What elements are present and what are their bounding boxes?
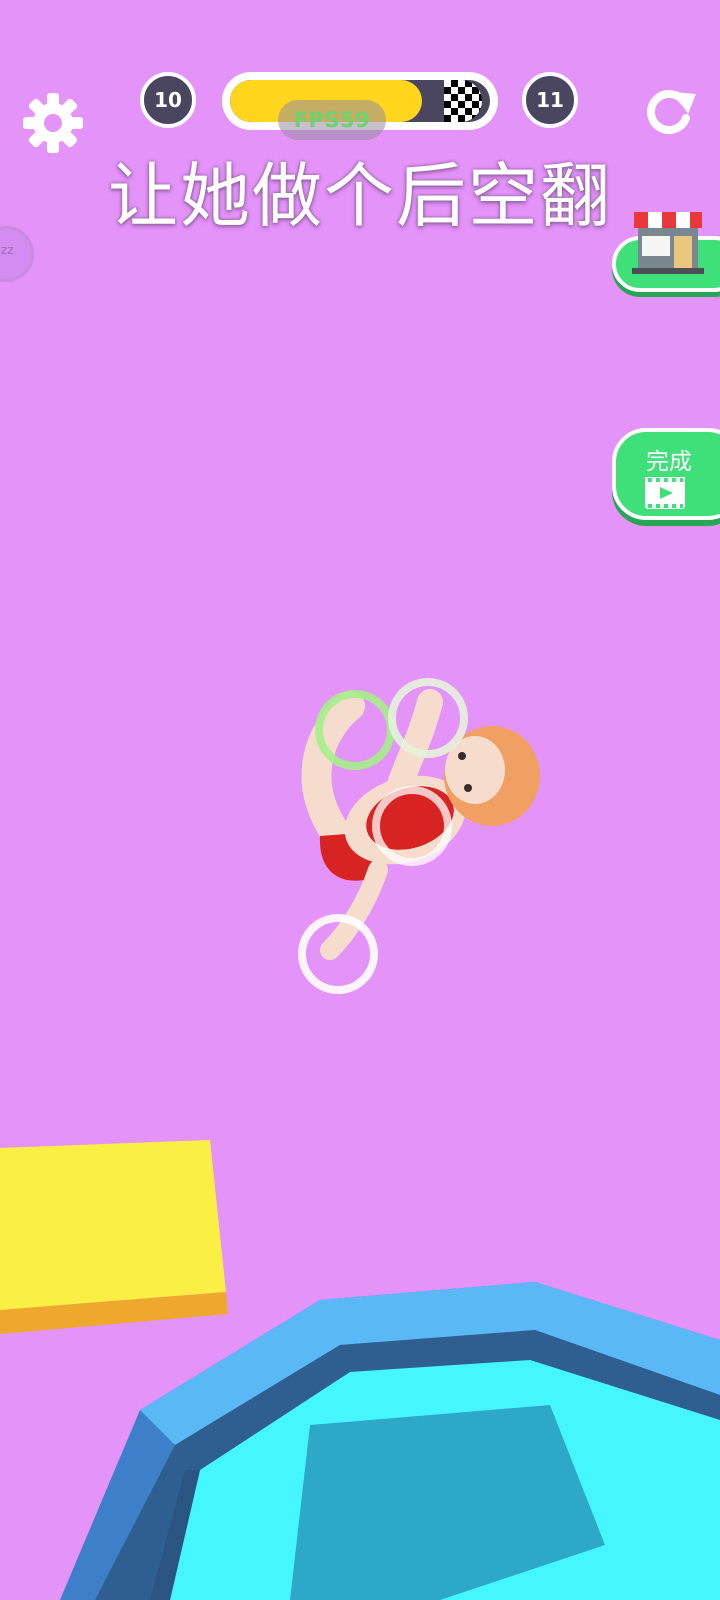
done-video-button[interactable]: 完成 [612, 428, 720, 520]
video-icon [645, 477, 685, 509]
restart-icon[interactable] [638, 80, 700, 142]
pool [60, 1282, 720, 1600]
done-label: 完成 [646, 449, 692, 475]
shop-icon[interactable] [630, 200, 706, 276]
finish-flag-icon [444, 80, 482, 122]
current-level-badge: 10 [140, 72, 196, 128]
instruction-title: 让她做个后空翻 [108, 155, 612, 237]
next-level-badge: 11 [522, 72, 578, 128]
yellow-platform [0, 1140, 228, 1334]
fps-counter: FPS59 [278, 100, 386, 140]
character[interactable] [301, 689, 540, 960]
game-stage[interactable]: 10 FPS59 11 让她做个后空翻 zz 完成 [0, 0, 720, 1600]
